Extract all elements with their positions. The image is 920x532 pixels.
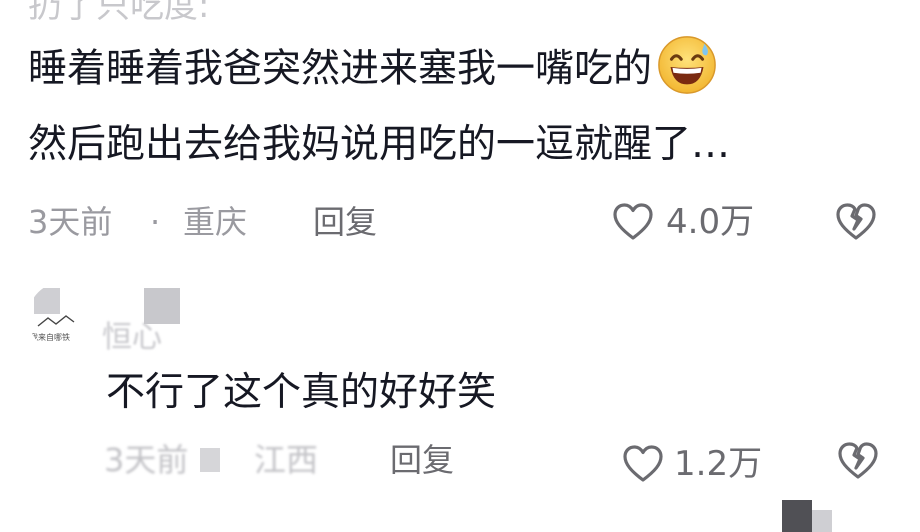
heart-icon[interactable] — [611, 202, 655, 242]
reply-button[interactable]: 回复 — [313, 202, 377, 242]
meta-separator: · — [150, 203, 161, 241]
reply-button[interactable]: 回复 — [390, 440, 454, 480]
grinning-sweat-emoji-icon — [658, 36, 716, 94]
corner-mosaic — [812, 510, 832, 532]
comment-location: 江西 — [254, 441, 319, 479]
comment-location: 重庆 — [183, 203, 248, 241]
username-mosaic — [144, 288, 180, 324]
like-count: 1.2万 — [674, 444, 763, 484]
like-count: 4.0万 — [666, 202, 755, 242]
avatar-sketch-icon — [37, 315, 75, 327]
avatar[interactable]: 我来自哪铁 — [28, 282, 98, 352]
comment-time: 3天前 — [28, 203, 113, 241]
comment-text: 不行了这个真的好好笑 — [106, 370, 497, 415]
avatar-watermark: 我来自哪铁 — [30, 333, 70, 342]
broken-heart-icon[interactable] — [836, 440, 880, 482]
corner-mosaic — [782, 500, 812, 532]
comment-text-line-2: 然后跑出去给我妈说用吃的一逗就醒了… — [28, 122, 731, 167]
broken-heart-icon[interactable] — [834, 201, 878, 243]
comment-text-line-1: 睡着睡着我爸突然进来塞我一嘴吃的 — [28, 36, 718, 102]
heart-icon[interactable] — [621, 444, 665, 484]
previous-comment-cutoff-text: 扔了只吃度: — [28, 0, 210, 26]
meta-mosaic — [200, 448, 220, 472]
avatar-mosaic — [34, 288, 60, 314]
comment-time: 3天前 — [104, 441, 189, 479]
